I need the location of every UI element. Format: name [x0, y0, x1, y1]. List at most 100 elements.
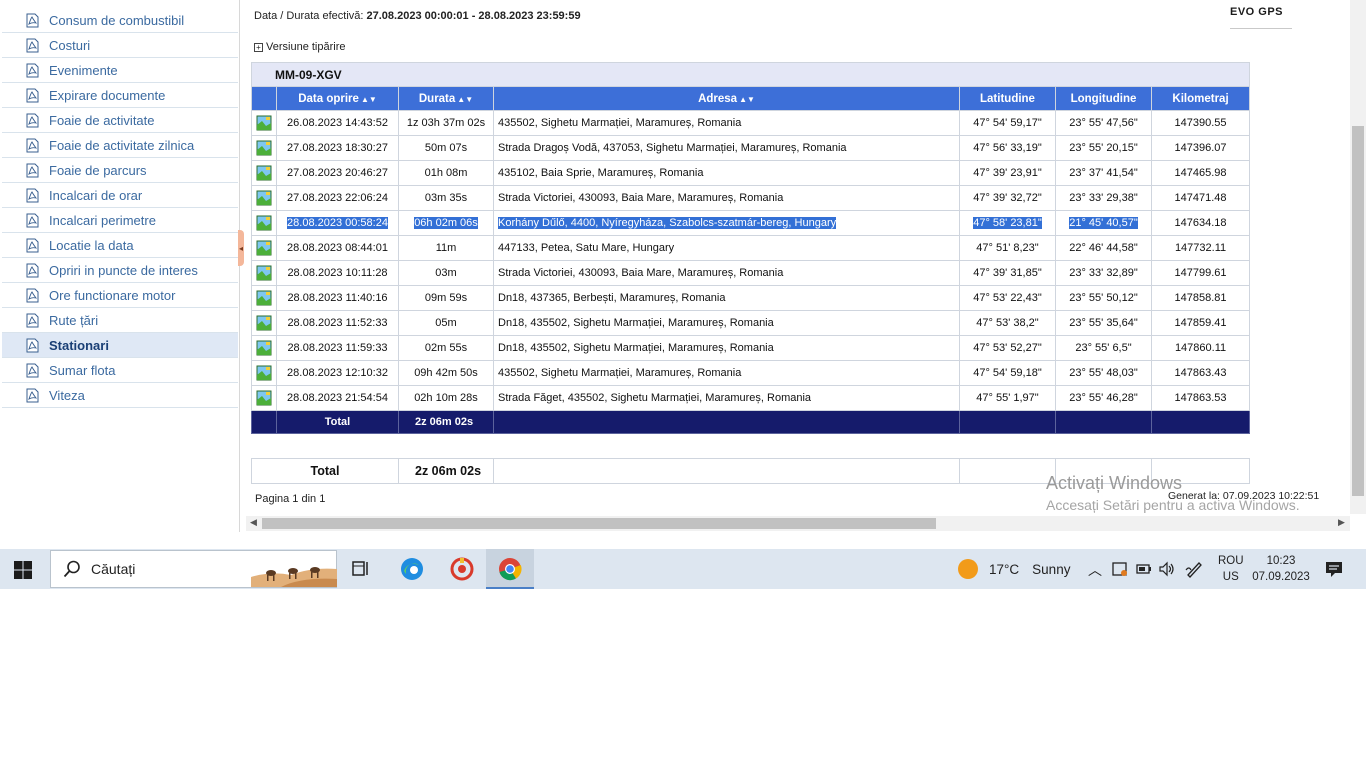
pdf-icon — [25, 262, 39, 278]
table-row[interactable]: 28.08.2023 10:11:28 03m Strada Victoriei, … — [251, 260, 1251, 286]
horizontal-scrollbar[interactable]: ◀ ▶ — [246, 516, 1350, 531]
table-cell: 21° 45' 40,57" — [1055, 210, 1152, 236]
table-cell: 28.08.2023 11:59:33 — [276, 335, 399, 361]
sidebar-collapse-handle[interactable]: ◂ — [238, 230, 244, 266]
sidebar-item[interactable]: Foaie de activitate zilnica — [2, 133, 238, 158]
map-link-icon[interactable] — [251, 210, 277, 236]
map-link-icon[interactable] — [251, 110, 277, 136]
table-row[interactable]: 27.08.2023 20:46:27 01h 08m 435102, Baia S… — [251, 160, 1251, 186]
table-row[interactable]: 28.08.2023 11:59:33 02m 55s Dn18, 435502, … — [251, 335, 1251, 361]
map-link-icon[interactable] — [251, 235, 277, 261]
taskbar-clock[interactable]: 10:23 07.09.2023 — [1252, 553, 1310, 585]
sidebar-item-label: Stationari — [49, 337, 109, 353]
sidebar-item[interactable]: Stationari — [2, 333, 238, 358]
sidebar-item[interactable]: Evenimente — [2, 58, 238, 83]
weather-widget[interactable]: 17°C Sunny — [958, 559, 1070, 579]
table-row[interactable]: 27.08.2023 18:30:27 50m 07s Strada Dragoș … — [251, 135, 1251, 161]
taskbar-search[interactable]: Căutați — [50, 550, 337, 588]
edge-browser-icon[interactable] — [399, 556, 425, 582]
task-view-icon[interactable] — [348, 556, 374, 582]
table-row[interactable]: 28.08.2023 11:52:33 05m Dn18, 435502, Sigh… — [251, 310, 1251, 336]
table-cell: 47° 53' 22,43" — [959, 285, 1056, 311]
map-link-icon[interactable] — [251, 185, 277, 211]
sidebar-item[interactable]: Opriri in puncte de interes — [2, 258, 238, 283]
evo-gps-logo: EVO GPS — [1230, 6, 1294, 29]
table-cell: 28.08.2023 08:44:01 — [276, 235, 399, 261]
cell-lat: 47° 51' 8,23" — [976, 242, 1039, 254]
table-cell: 47° 53' 52,27" — [959, 335, 1056, 361]
table-row[interactable]: 26.08.2023 14:43:52 1z 03h 37m 02s 435502,… — [251, 110, 1251, 136]
map-link-icon[interactable] — [251, 160, 277, 186]
vertical-scroll-thumb[interactable] — [1352, 126, 1364, 496]
sidebar-item[interactable]: Costuri — [2, 33, 238, 58]
pdf-icon — [25, 237, 39, 253]
scroll-right-icon[interactable]: ▶ — [1338, 517, 1345, 528]
sidebar-item[interactable]: Incalcari de orar — [2, 183, 238, 208]
table-cell: 147732.11 — [1150, 235, 1251, 261]
cell-duration: 09h 42m 50s — [414, 367, 478, 379]
stops-table: MM-09-XGV Data oprire ▲▼ Durata ▲▼ Adresa ▲… — [250, 62, 1251, 434]
print-version-toggle[interactable]: + Versiune tipărire — [254, 41, 346, 53]
table-row[interactable]: 28.08.2023 21:54:54 02h 10m 28s Strada Făg… — [251, 385, 1251, 411]
vertical-scrollbar[interactable] — [1350, 0, 1366, 514]
chevron-up-icon[interactable]: ︿ — [1088, 560, 1102, 580]
col-date-header[interactable]: Data oprire ▲▼ — [276, 86, 399, 111]
total-empty — [959, 410, 1056, 434]
horizontal-scroll-thumb[interactable] — [262, 518, 936, 529]
sidebar-item[interactable]: Locatie la data — [2, 233, 238, 258]
map-link-icon[interactable] — [251, 360, 277, 386]
cell-lat: 47° 39' 32,72" — [973, 192, 1042, 204]
chrome-browser-icon[interactable] — [497, 556, 523, 582]
sidebar-item[interactable]: Rute țări — [2, 308, 238, 333]
table-cell: 147471.48 — [1150, 185, 1251, 211]
total-empty — [251, 410, 277, 434]
volume-icon[interactable] — [1158, 560, 1176, 578]
notifications-icon[interactable] — [1324, 559, 1344, 579]
map-link-icon[interactable] — [251, 285, 277, 311]
windows-start-icon[interactable] — [13, 560, 33, 580]
table-cell: 147863.43 — [1150, 360, 1251, 386]
sidebar-item[interactable]: Incalcari perimetre — [2, 208, 238, 233]
meet-now-icon[interactable] — [1111, 560, 1129, 578]
col-address-header[interactable]: Adresa ▲▼ — [493, 86, 960, 111]
map-link-icon[interactable] — [251, 385, 277, 411]
app-red-icon[interactable] — [449, 556, 475, 582]
map-link-icon[interactable] — [251, 335, 277, 361]
scroll-left-icon[interactable]: ◀ — [250, 517, 257, 528]
table-row[interactable]: 27.08.2023 22:06:24 03m 35s Strada Victori… — [251, 185, 1251, 211]
table-cell: 47° 53' 38,2" — [959, 310, 1056, 336]
col-km-header: Kilometraj — [1150, 86, 1251, 111]
activation-watermark-title: Activați Windows — [1046, 473, 1183, 493]
sidebar-item-label: Incalcari de orar — [49, 187, 143, 203]
cell-lat: 47° 53' 52,27" — [973, 342, 1042, 354]
table-row[interactable]: 28.08.2023 11:40:16 09m 59s Dn18, 437365, … — [251, 285, 1251, 311]
sidebar-item[interactable]: Expirare documente — [2, 83, 238, 108]
table-row[interactable]: 28.08.2023 08:44:01 11m 447133, Petea, Sat… — [251, 235, 1251, 261]
language-indicator[interactable]: ROU US — [1218, 553, 1244, 585]
cell-duration: 01h 08m — [424, 167, 468, 179]
sidebar-item-label: Consum de combustibil — [49, 12, 185, 28]
cell-km: 147860.11 — [1174, 342, 1227, 354]
table-row[interactable]: 28.08.2023 12:10:32 09h 42m 50s 435502, Si… — [251, 360, 1251, 386]
map-link-icon[interactable] — [251, 135, 277, 161]
col-duration-header[interactable]: Durata ▲▼ — [398, 86, 494, 111]
table-row[interactable]: 28.08.2023 00:58:24 06h 02m 06s Korhány Dű… — [251, 210, 1251, 236]
battery-icon[interactable] — [1135, 560, 1153, 578]
table-cell: 23° 55' 48,03" — [1055, 360, 1152, 386]
sort-icon: ▲▼ — [360, 94, 377, 104]
sidebar-item[interactable]: Ore functionare motor — [2, 283, 238, 308]
cell-lat: 47° 39' 23,91" — [973, 167, 1042, 179]
grand-total-value: 2z 06m 02s — [398, 458, 494, 484]
sidebar-item[interactable]: Consum de combustibil — [2, 8, 238, 33]
sidebar-item[interactable]: Viteza — [2, 383, 238, 408]
table-cell: 23° 55' 6,5" — [1055, 335, 1152, 361]
sidebar-item[interactable]: Foaie de parcurs — [2, 158, 238, 183]
report-sidebar: Consum de combustibil Costuri Evenimente Ex… — [0, 0, 240, 532]
table-header-row: Data oprire ▲▼ Durata ▲▼ Adresa ▲▼ Latitudi… — [251, 86, 1251, 111]
sidebar-item[interactable]: Foaie de activitate — [2, 108, 238, 133]
sidebar-item-label: Locatie la data — [49, 237, 134, 253]
map-link-icon[interactable] — [251, 310, 277, 336]
map-link-icon[interactable] — [251, 260, 277, 286]
pen-icon[interactable] — [1185, 560, 1205, 578]
sidebar-item[interactable]: Sumar flota — [2, 358, 238, 383]
